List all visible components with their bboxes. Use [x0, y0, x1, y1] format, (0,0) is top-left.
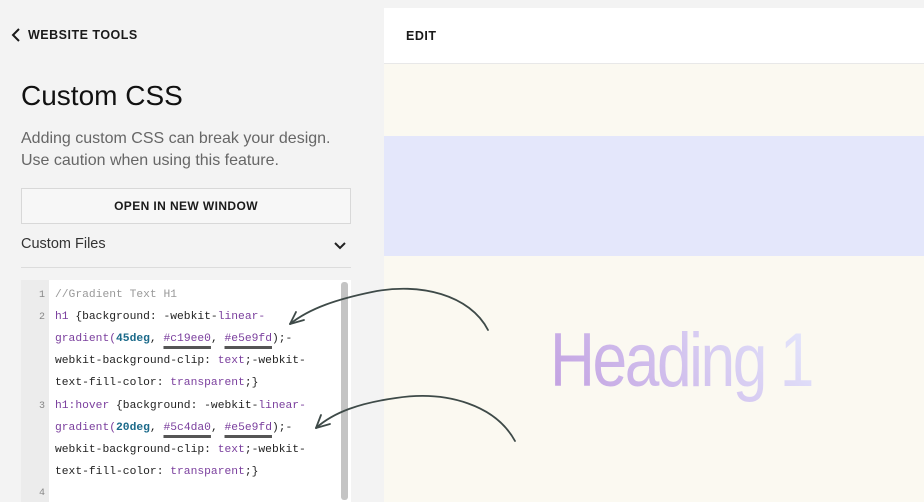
hex-color-highlight: #e5e9fd — [224, 333, 272, 345]
editor-scrollbar[interactable] — [341, 282, 348, 500]
back-link-label: WEBSITE TOOLS — [28, 28, 138, 42]
edit-button[interactable]: EDIT — [406, 29, 436, 43]
line-number: 1 — [38, 290, 45, 301]
code-line: text-fill-color: transparent;} — [55, 377, 259, 389]
warning-text: Adding custom CSS can break your design.… — [21, 130, 331, 169]
page-title: Custom CSS — [21, 80, 183, 111]
css-code-editor[interactable]: 1 2 3 4 //Gradient Text H1 h1 {backgroun… — [21, 280, 351, 502]
preview-heading[interactable]: Heading 1 — [550, 316, 814, 406]
hex-color-highlight: #5c4da0 — [163, 422, 211, 434]
preview-section-band — [384, 136, 924, 256]
code-line: gradient(20deg, #5c4da0, #e5e9fd);- — [55, 422, 293, 434]
code-line: gradient(45deg, #c19ee0, #e5e9fd);- — [55, 333, 293, 345]
site-preview: EDIT Heading 1 — [384, 8, 924, 502]
hex-color-highlight: #c19ee0 — [163, 333, 211, 345]
line-number-gutter: 1 2 3 4 — [21, 280, 49, 502]
left-panel: WEBSITE TOOLS Custom CSS Adding custom C… — [0, 0, 372, 502]
code-line-comment: //Gradient Text H1 — [55, 289, 178, 301]
custom-files-label: Custom Files — [21, 236, 106, 252]
code-line: h1:hover {background: -webkit-linear- — [55, 400, 306, 412]
code-line: webkit-background-clip: text;-webkit- — [55, 355, 306, 367]
chevron-left-icon — [11, 28, 20, 42]
line-number: 2 — [38, 312, 45, 323]
code-line: webkit-background-clip: text;-webkit- — [55, 444, 306, 456]
hex-color-highlight: #e5e9fd — [224, 422, 272, 434]
chevron-down-icon — [334, 242, 346, 250]
back-link[interactable]: WEBSITE TOOLS — [10, 27, 138, 43]
code-line: text-fill-color: transparent;} — [55, 466, 259, 478]
line-number: 4 — [38, 488, 45, 499]
line-number: 3 — [38, 401, 45, 412]
custom-files-toggle[interactable]: Custom Files — [21, 236, 351, 268]
preview-toolbar: EDIT — [384, 8, 924, 64]
open-in-new-window-button[interactable]: OPEN IN NEW WINDOW — [21, 188, 351, 224]
code-line: h1 {background: -webkit-linear- — [55, 311, 266, 323]
